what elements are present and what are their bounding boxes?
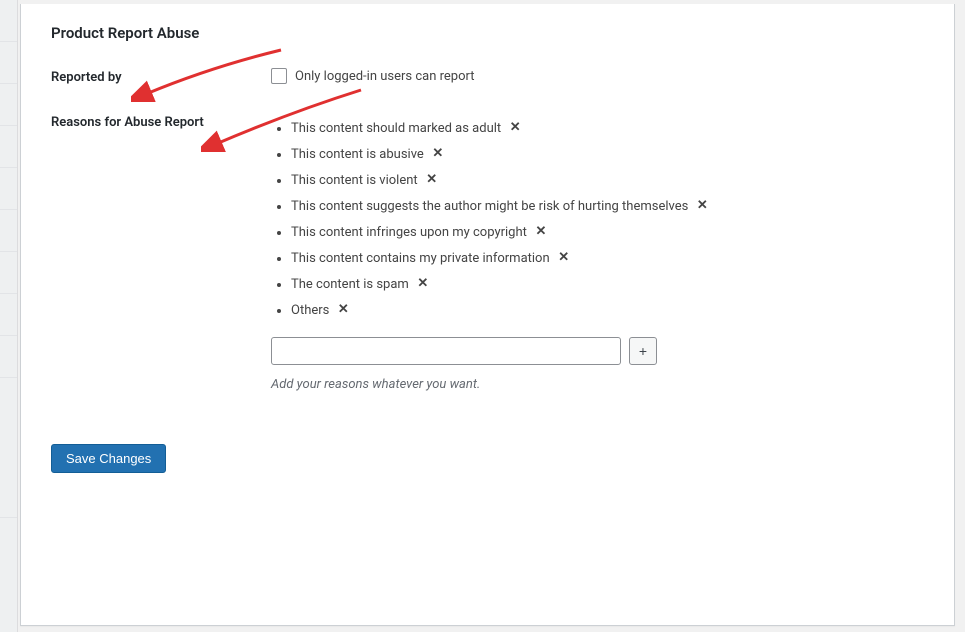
reason-item: This content should marked as adult ✕ <box>291 121 924 137</box>
reason-text: Others <box>291 303 329 318</box>
remove-reason-icon[interactable]: ✕ <box>424 173 440 189</box>
add-reason-input[interactable] <box>271 337 621 365</box>
settings-panel: Product Report Abuse Reported by Only lo… <box>20 4 955 626</box>
remove-reason-icon[interactable]: ✕ <box>335 303 351 319</box>
reason-text: This content is violent <box>291 173 418 188</box>
only-logged-in-checkbox[interactable] <box>271 68 287 84</box>
reason-item: Others ✕ <box>291 303 924 319</box>
reason-text: This content is abusive <box>291 147 424 162</box>
reason-text: This content contains my private informa… <box>291 251 550 266</box>
section-title: Product Report Abuse <box>51 24 924 42</box>
reason-item: This content is abusive ✕ <box>291 147 924 163</box>
reason-item: This content suggests the author might b… <box>291 199 924 215</box>
reason-item: This content infringes upon my copyright… <box>291 225 924 241</box>
reason-text: This content should marked as adult <box>291 121 501 136</box>
reason-text: The content is spam <box>291 277 409 292</box>
reasons-row: Reasons for Abuse Report This content sh… <box>51 113 924 392</box>
add-reason-button[interactable]: + <box>629 337 657 365</box>
plus-icon: + <box>639 343 647 359</box>
remove-reason-icon[interactable]: ✕ <box>507 121 523 137</box>
reason-item: This content is violent ✕ <box>291 173 924 189</box>
remove-reason-icon[interactable]: ✕ <box>556 251 572 267</box>
reasons-label: Reasons for Abuse Report <box>51 113 271 130</box>
remove-reason-icon[interactable]: ✕ <box>430 147 446 163</box>
remove-reason-icon[interactable]: ✕ <box>694 199 710 215</box>
remove-reason-icon[interactable]: ✕ <box>533 225 549 241</box>
reported-by-label: Reported by <box>51 68 271 85</box>
reasons-list: This content should marked as adult✕This… <box>271 121 924 319</box>
reason-text: This content infringes upon my copyright <box>291 225 527 240</box>
save-changes-button[interactable]: Save Changes <box>51 444 166 473</box>
add-reason-helper: Add your reasons whatever you want. <box>271 377 924 392</box>
reason-item: The content is spam ✕ <box>291 277 924 293</box>
reason-text: This content suggests the author might b… <box>291 199 688 214</box>
reported-by-row: Reported by Only logged-in users can rep… <box>51 68 924 85</box>
reason-item: This content contains my private informa… <box>291 251 924 267</box>
only-logged-in-label[interactable]: Only logged-in users can report <box>295 69 474 84</box>
left-sidebar-stub <box>0 0 18 632</box>
remove-reason-icon[interactable]: ✕ <box>415 277 431 293</box>
